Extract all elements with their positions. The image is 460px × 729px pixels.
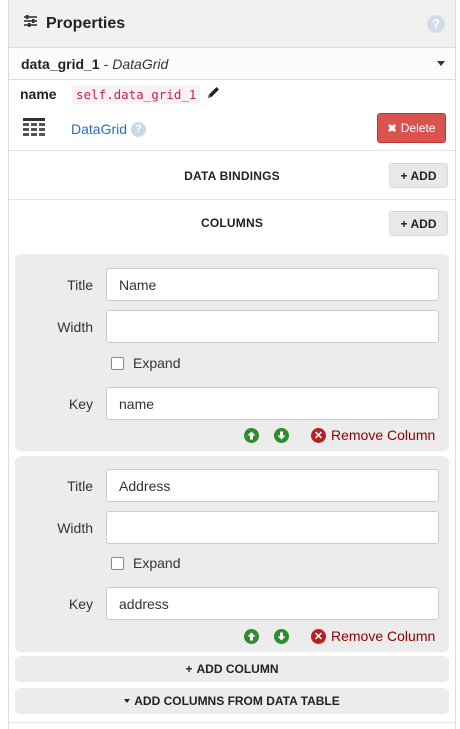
properties-panel: Properties ? data_grid_1 - DataGrid name… <box>8 0 456 729</box>
columns-section-header: COLUMNS + ADD <box>9 200 455 247</box>
title-label: Title <box>67 277 93 293</box>
column-width-row: Width <box>15 511 449 545</box>
add-from-table-label: ADD COLUMNS FROM DATA TABLE <box>134 694 340 708</box>
column-width-input[interactable] <box>106 310 439 343</box>
arrow-down-icon[interactable] <box>274 629 289 644</box>
data-bindings-section: DATA BINDINGS + ADD <box>9 151 455 200</box>
plus-icon: + <box>185 662 193 676</box>
add-label: ADD <box>410 216 437 231</box>
remove-column-label: Remove Column <box>331 427 436 443</box>
key-label: Key <box>68 396 93 412</box>
expand-checkbox[interactable] <box>111 356 124 370</box>
column-key-row: Key name <box>15 387 449 421</box>
add-columns-from-table-button[interactable]: ADD COLUMNS FROM DATA TABLE <box>15 688 449 714</box>
column-width-input[interactable] <box>106 511 439 544</box>
column-key-input[interactable]: address <box>106 587 439 620</box>
delete-label: Delete <box>400 121 436 135</box>
column-title-input[interactable]: Name <box>106 268 439 301</box>
bottom-divider <box>9 722 455 723</box>
panel-title: Properties <box>46 14 126 32</box>
column-title-input[interactable]: Address <box>106 469 439 502</box>
key-label: Key <box>68 596 93 612</box>
column-key-input[interactable]: name <box>106 387 439 420</box>
name-label: name <box>20 86 57 102</box>
selected-component-type: DataGrid <box>112 55 169 72</box>
name-row: name self.data_grid_1 <box>9 80 455 108</box>
add-column-label: ADD COLUMN <box>196 662 279 676</box>
datagrid-icon <box>23 117 45 141</box>
times-icon: ✖ <box>387 122 397 135</box>
arrow-up-icon[interactable] <box>244 629 259 644</box>
remove-column-button[interactable]: ✕ Remove Column <box>311 628 435 644</box>
width-label: Width <box>57 319 93 335</box>
column-editor: Title Address Width Expand Key address ✕… <box>15 456 449 652</box>
plus-icon: + <box>400 168 408 183</box>
delete-button[interactable]: ✖ Delete <box>377 113 446 143</box>
component-selector[interactable]: data_grid_1 - DataGrid <box>9 48 455 80</box>
arrow-up-icon[interactable] <box>244 428 259 443</box>
selected-component-name: data_grid_1 <box>21 55 100 72</box>
expand-checkbox-row[interactable]: Expand <box>111 355 180 371</box>
add-data-binding-button[interactable]: + ADD <box>389 163 448 188</box>
column-actions: ✕ Remove Column <box>15 628 449 649</box>
question-icon[interactable]: ? <box>131 121 147 137</box>
remove-column-button[interactable]: ✕ Remove Column <box>311 427 435 443</box>
help-icon[interactable]: ? <box>427 14 445 33</box>
column-key-row: Key address <box>15 587 449 621</box>
column-title-row: Title Address <box>15 469 449 503</box>
column-width-row: Width <box>15 310 449 344</box>
remove-x-icon: ✕ <box>311 427 326 443</box>
caret-down-icon <box>124 699 131 703</box>
width-label: Width <box>57 520 93 536</box>
caret-down-icon[interactable] <box>437 61 445 66</box>
component-doc-link[interactable]: DataGrid <box>71 121 127 137</box>
add-label: ADD <box>410 168 437 183</box>
column-editor: Title Name Width Expand Key name ✕ Remov… <box>15 254 449 451</box>
title-label: Title <box>67 478 93 494</box>
add-column-button[interactable]: + ADD COLUMN <box>15 656 449 682</box>
plus-icon: + <box>400 216 408 231</box>
column-title-row: Title Name <box>15 268 449 302</box>
column-actions: ✕ Remove Column <box>15 427 449 448</box>
expand-checkbox[interactable] <box>111 556 124 570</box>
expand-checkbox-row[interactable]: Expand <box>111 555 180 571</box>
component-name-value: self.data_grid_1 <box>72 84 201 104</box>
panel-header: Properties ? <box>9 0 455 48</box>
expand-label: Expand <box>133 555 181 571</box>
remove-x-icon: ✕ <box>311 628 326 644</box>
expand-label: Expand <box>133 355 181 371</box>
pencil-icon[interactable] <box>206 85 221 103</box>
component-row: DataGrid ? ✖ Delete <box>9 108 455 151</box>
arrow-down-icon[interactable] <box>274 428 289 443</box>
remove-column-label: Remove Column <box>331 628 436 644</box>
selector-separator: - <box>103 55 109 72</box>
add-column-header-button[interactable]: + ADD <box>389 211 448 236</box>
sliders-icon <box>23 14 38 33</box>
